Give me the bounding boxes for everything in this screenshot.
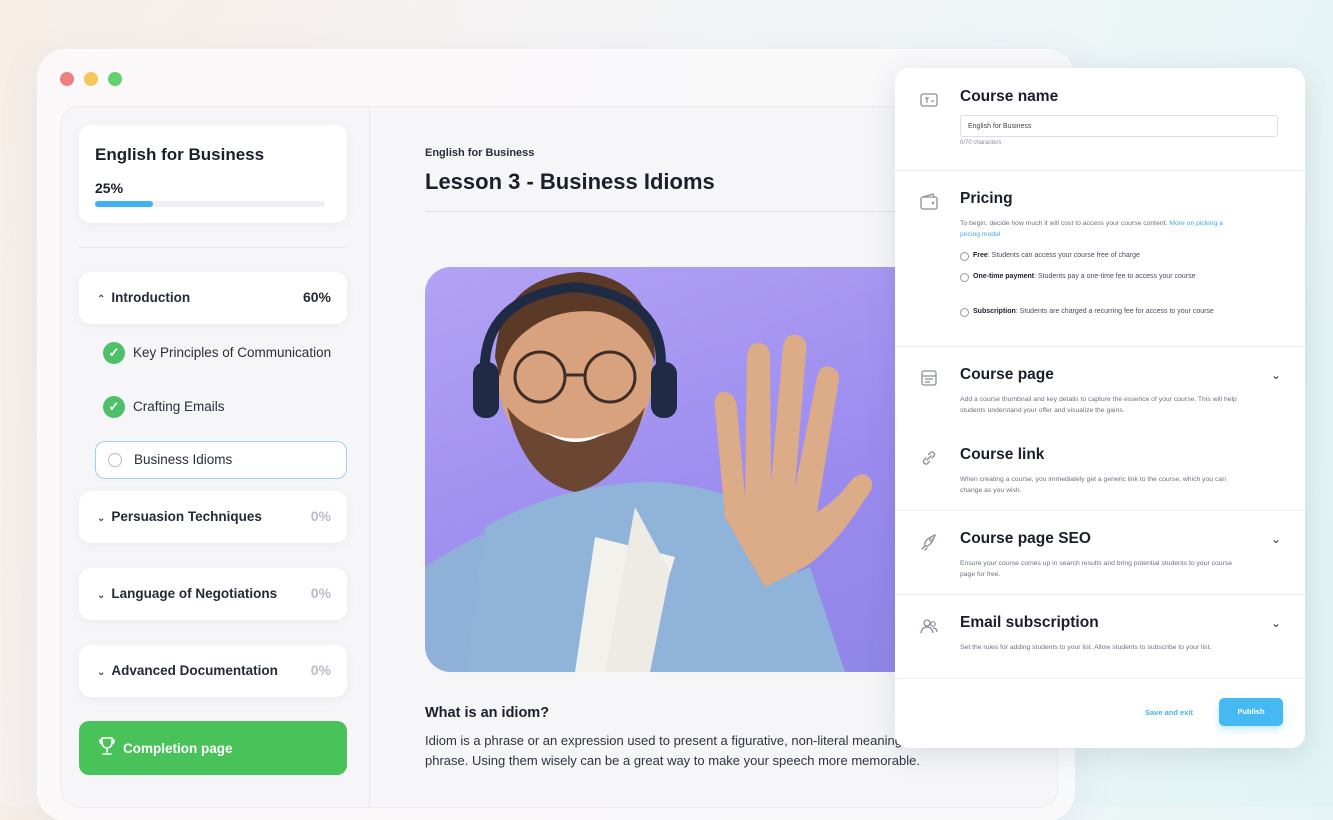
course-settings-panel: Course name English for Business 0/70 ch… <box>895 68 1305 748</box>
chevron-down-icon: ⌄ <box>97 590 106 601</box>
email-subscription-description: Set the rules for adding students to you… <box>960 644 1212 651</box>
lesson-video-thumbnail[interactable] <box>425 267 945 672</box>
course-name-input[interactable]: English for Business <box>960 115 1278 137</box>
radio-button[interactable] <box>960 252 969 261</box>
chevron-down-icon[interactable]: ⌄ <box>1271 616 1281 630</box>
email-subscription-section[interactable]: Email subscription ⌄ Set the rules for a… <box>895 594 1305 679</box>
radio-empty-icon <box>108 453 122 467</box>
section-negotiations-label: Language of Negotiations <box>111 586 278 601</box>
lesson-business-idioms[interactable]: Business Idioms <box>95 441 347 479</box>
section-documentation-pct: 0% <box>310 662 331 678</box>
check-icon: ✓ <box>103 396 125 418</box>
users-icon <box>920 619 938 634</box>
email-subscription-title: Email subscription <box>960 614 1099 631</box>
completion-page-label: Completion page <box>123 741 233 756</box>
chevron-down-icon[interactable]: ⌄ <box>1271 532 1281 546</box>
course-progress-label: 25% <box>95 180 124 196</box>
course-sidebar: English for Business 25% ⌃ Introduction 6… <box>61 107 370 807</box>
section-label: ⌄ Language of Negotiations <box>97 586 277 601</box>
section-persuasion-label: Persuasion Techniques <box>111 509 262 524</box>
option-text: : Students can access your course free o… <box>987 252 1140 259</box>
option-name: One-time payment <box>973 273 1035 280</box>
pricing-description: To begin, decide how much it will cost t… <box>960 218 1240 240</box>
section-negotiations-pct: 0% <box>310 585 331 601</box>
section-persuasion-pct: 0% <box>310 508 331 524</box>
course-seo-section[interactable]: Course page SEO ⌄ Ensure your course com… <box>895 510 1305 595</box>
section-heading: What is an idiom? <box>425 705 550 721</box>
course-link-title: Course link <box>960 446 1045 463</box>
lesson-label: Crafting Emails <box>133 399 225 414</box>
lesson-title: Lesson 3 - Business Idioms <box>425 169 715 194</box>
text-field-icon <box>920 93 938 107</box>
window-controls <box>60 72 122 86</box>
pricing-desc-text: To begin, decide how much it will cost t… <box>960 220 1168 227</box>
page-layout-icon <box>921 370 937 386</box>
pricing-section: Pricing To begin, decide how much it wil… <box>895 170 1305 347</box>
section-introduction[interactable]: ⌃ Introduction 60% <box>79 272 347 324</box>
course-page-section[interactable]: Course page ⌄ Add a course thumbnail and… <box>895 346 1305 426</box>
lesson-label: Business Idioms <box>134 452 233 467</box>
course-progress-bar <box>95 201 325 207</box>
course-title: English for Business <box>95 145 265 164</box>
option-text: : Students pay a one-time fee to access … <box>1034 273 1196 280</box>
pricing-option-subscription[interactable]: Subscription: Students are charged a rec… <box>960 306 1230 317</box>
course-progress-card: English for Business 25% <box>79 125 347 223</box>
course-page-description: Add a course thumbnail and key details t… <box>960 396 1237 414</box>
radio-button[interactable] <box>960 273 969 282</box>
chevron-up-icon: ⌃ <box>97 294 106 305</box>
pricing-option-one-time[interactable]: One-time payment: Students pay a one-tim… <box>960 271 1230 282</box>
breadcrumb[interactable]: English for Business <box>425 147 534 159</box>
minimize-window-button[interactable] <box>84 72 98 86</box>
wallet-icon <box>920 193 938 210</box>
pricing-title: Pricing <box>960 190 1013 207</box>
option-name: Subscription <box>973 308 1016 315</box>
chevron-down-icon: ⌄ <box>97 513 106 524</box>
section-label: ⌃ Introduction <box>97 290 190 305</box>
completion-page-button[interactable]: Completion page <box>79 721 347 775</box>
course-page-title: Course page <box>960 366 1054 383</box>
section-documentation-label: Advanced Documentation <box>111 663 278 678</box>
section-introduction-label: Introduction <box>111 290 191 305</box>
lesson-crafting-emails[interactable]: ✓ Crafting Emails <box>95 389 347 425</box>
section-label: ⌄ Advanced Documentation <box>97 663 278 678</box>
lesson-label: Key Principles of Communication <box>133 345 332 360</box>
lesson-key-principles[interactable]: ✓ Key Principles of Communication <box>95 335 347 371</box>
close-window-button[interactable] <box>60 72 74 86</box>
sidebar-divider <box>79 247 347 248</box>
save-and-exit-button[interactable]: Save and exit <box>1145 708 1193 717</box>
course-progress-fill <box>95 201 153 207</box>
course-seo-title: Course page SEO <box>960 530 1091 547</box>
section-persuasion[interactable]: ⌄ Persuasion Techniques 0% <box>79 491 347 543</box>
pricing-option-free[interactable]: Free: Students can access your course fr… <box>960 250 1230 261</box>
course-name-title: Course name <box>960 88 1059 105</box>
course-name-section: Course name English for Business 0/70 ch… <box>895 68 1305 171</box>
option-name: Free <box>973 252 988 259</box>
section-negotiations[interactable]: ⌄ Language of Negotiations 0% <box>79 568 347 620</box>
rocket-icon <box>921 533 937 551</box>
link-icon <box>922 451 936 465</box>
section-documentation[interactable]: ⌄ Advanced Documentation 0% <box>79 645 347 697</box>
course-link-description: When creating a course, you immediately … <box>960 476 1226 494</box>
chevron-down-icon[interactable]: ⌄ <box>1271 368 1281 382</box>
publish-button[interactable]: Publish <box>1219 698 1283 726</box>
maximize-window-button[interactable] <box>108 72 122 86</box>
radio-button[interactable] <box>960 308 969 317</box>
chevron-down-icon: ⌄ <box>97 667 106 678</box>
course-seo-description: Ensure your course comes up in search re… <box>960 560 1233 578</box>
section-introduction-pct: 60% <box>302 289 331 305</box>
course-link-section[interactable]: Course link When creating a course, you … <box>895 426 1305 511</box>
check-icon: ✓ <box>103 342 125 364</box>
option-text: : Students are charged a recurring fee f… <box>1015 308 1214 315</box>
waving-man-illustration <box>425 272 873 672</box>
course-name-char-count: 0/70 characters <box>960 140 1002 146</box>
trophy-icon <box>99 737 115 755</box>
section-label: ⌄ Persuasion Techniques <box>97 509 262 524</box>
